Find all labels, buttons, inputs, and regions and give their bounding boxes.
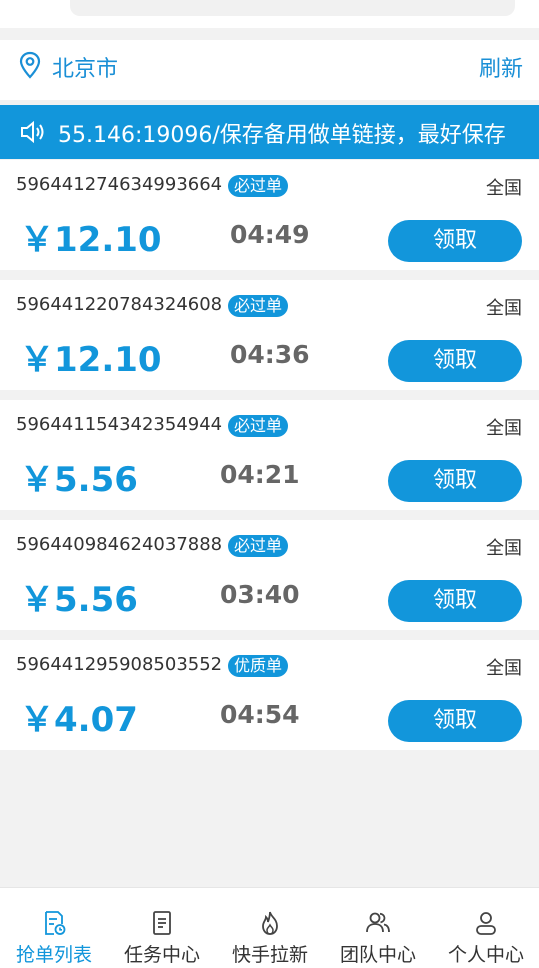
speaker-icon: [21, 120, 44, 144]
order-card: 596440984624037888 必过单 全国 ￥5.56 03:40 领取: [0, 520, 539, 630]
bottom-tab-bar: 抢单列表 任务中心 快手拉新 团队中心 个人中心: [0, 887, 539, 968]
person-icon: [476, 912, 496, 935]
tab-label: 团队中心: [339, 944, 416, 966]
tab-label: 任务中心: [123, 944, 200, 966]
refresh-button[interactable]: 刷新: [479, 51, 523, 83]
order-id: 596441274634993664: [16, 174, 223, 195]
order-badge: 必过单: [228, 175, 289, 197]
order-price: ￥4.07: [20, 700, 138, 740]
order-card: 596441274634993664 必过单 全国 ￥12.10 04:49 领…: [0, 160, 539, 270]
order-card: 596441220784324608 必过单 全国 ￥12.10 04:36 领…: [0, 280, 539, 390]
order-time: 04:36: [230, 340, 310, 369]
order-time: 04:54: [220, 700, 300, 729]
team-icon: [366, 912, 390, 933]
order-list-icon: [45, 911, 66, 935]
tab-label: 快手拉新: [231, 944, 308, 966]
order-price: ￥5.56: [20, 460, 138, 500]
city-label[interactable]: 北京市: [52, 51, 118, 83]
order-region: 全国: [486, 418, 522, 439]
top-search-area: [0, 0, 539, 28]
claim-button[interactable]: 领取: [388, 340, 522, 382]
tab-task-center[interactable]: 任务中心: [108, 888, 216, 968]
order-price: ￥12.10: [20, 220, 162, 260]
tab-kuaishou-new[interactable]: 快手拉新: [216, 888, 324, 968]
flame-icon: [262, 911, 278, 935]
location-bar: 北京市 刷新: [0, 40, 539, 100]
order-region: 全国: [486, 298, 522, 319]
task-doc-icon: [153, 911, 171, 935]
search-bar[interactable]: [70, 0, 515, 16]
claim-button[interactable]: 领取: [388, 700, 522, 742]
tab-label: 个人中心: [447, 944, 524, 966]
order-badge: 必过单: [228, 295, 289, 317]
order-region: 全国: [486, 178, 522, 199]
order-time: 04:49: [230, 220, 310, 249]
order-id: 596441154342354944: [16, 414, 223, 435]
order-list: 596441274634993664 必过单 全国 ￥12.10 04:49 领…: [0, 160, 539, 760]
order-badge: 必过单: [228, 535, 289, 557]
order-badge: 必过单: [228, 415, 289, 437]
order-price: ￥5.56: [20, 580, 138, 620]
order-time: 04:21: [220, 460, 300, 489]
order-id: 596441220784324608: [16, 294, 223, 315]
order-card: 596441295908503552 优质单 全国 ￥4.07 04:54 领取: [0, 640, 539, 750]
tab-personal-center[interactable]: 个人中心: [432, 888, 539, 968]
notice-text: 55.146:19096/保存备用做单链接，最好保存: [58, 123, 506, 148]
order-badge: 优质单: [228, 655, 289, 677]
location-pin-icon: [19, 51, 41, 79]
order-id: 596441295908503552: [16, 654, 223, 675]
order-price: ￥12.10: [20, 340, 162, 380]
order-time: 03:40: [220, 580, 300, 609]
order-region: 全国: [486, 658, 522, 679]
tab-order-list[interactable]: 抢单列表: [0, 888, 108, 968]
claim-button[interactable]: 领取: [388, 220, 522, 262]
tab-label: 抢单列表: [15, 944, 92, 966]
order-card: 596441154342354944 必过单 全国 ￥5.56 04:21 领取: [0, 400, 539, 510]
claim-button[interactable]: 领取: [388, 460, 522, 502]
notice-banner: 55.146:19096/保存备用做单链接，最好保存: [0, 105, 539, 159]
order-region: 全国: [486, 538, 522, 559]
tab-team-center[interactable]: 团队中心: [324, 888, 432, 968]
order-id: 596440984624037888: [16, 534, 223, 555]
claim-button[interactable]: 领取: [388, 580, 522, 622]
